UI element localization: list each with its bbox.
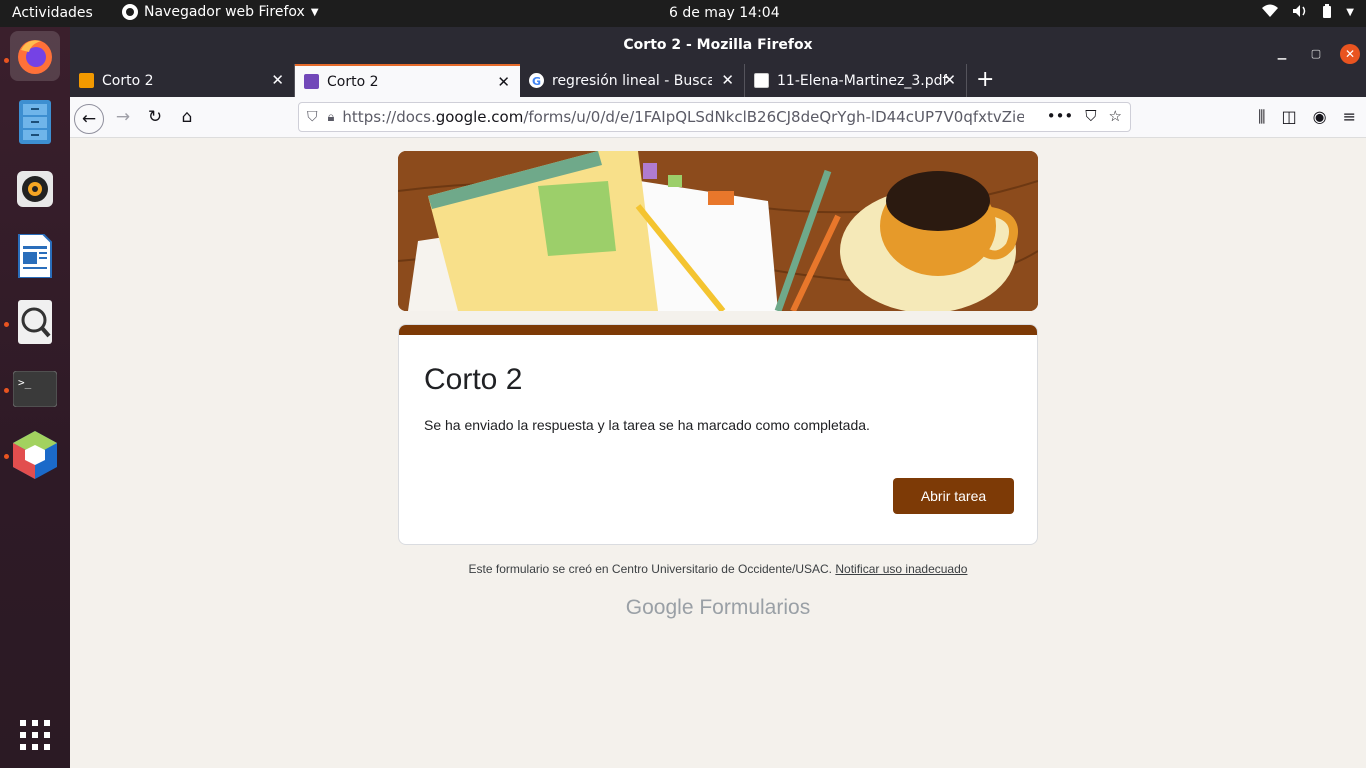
lock-icon[interactable]: 🔒︎ bbox=[328, 110, 335, 125]
tab-search[interactable]: G regresión lineal - Buscar ✕ bbox=[520, 64, 745, 97]
navigation-toolbar: ← → ↻ ⌂ ⛉ 🔒︎ https://docs.google.com/for… bbox=[70, 97, 1366, 138]
netbeans-cube-icon bbox=[13, 431, 57, 479]
ubuntu-dock: >_ bbox=[0, 27, 70, 768]
show-applications-button[interactable] bbox=[10, 710, 60, 760]
form-confirmation-card: Corto 2 Se ha enviado la respuesta y la … bbox=[398, 324, 1038, 545]
library-icon[interactable]: ⫼ bbox=[1258, 107, 1265, 127]
url-text[interactable]: https://docs.google.com/forms/u/0/d/e/1F… bbox=[342, 108, 1024, 126]
running-indicator bbox=[4, 388, 9, 393]
page-content: Corto 2 Se ha enviado la respuesta y la … bbox=[70, 138, 1366, 768]
battery-icon bbox=[1322, 4, 1332, 23]
google-forms-logo[interactable]: Google Formularios bbox=[398, 596, 1038, 620]
system-status[interactable]: ▼ bbox=[1262, 4, 1354, 23]
footer-text: Este formulario se creó en Centro Univer… bbox=[468, 562, 833, 576]
pdf-icon bbox=[754, 73, 769, 88]
running-indicator bbox=[4, 454, 9, 459]
google-forms-icon bbox=[304, 74, 319, 89]
close-tab-icon[interactable]: ✕ bbox=[721, 71, 734, 89]
firefox-icon bbox=[18, 40, 52, 74]
open-assignment-button[interactable]: Abrir tarea bbox=[893, 478, 1014, 514]
dock-firefox[interactable] bbox=[10, 31, 60, 81]
dock-rhythmbox[interactable] bbox=[10, 164, 60, 214]
wifi-icon bbox=[1262, 4, 1279, 23]
magnifier-document-icon bbox=[18, 300, 52, 344]
confirmation-message: Se ha enviado la respuesta y la tarea se… bbox=[424, 417, 870, 433]
google-classroom-icon bbox=[79, 73, 94, 88]
speaker-icon bbox=[17, 171, 53, 207]
forms-wordmark: Formularios bbox=[699, 596, 811, 619]
file-cabinet-icon bbox=[19, 100, 51, 144]
window-titlebar[interactable]: Corto 2 - Mozilla Firefox ▁ ▢ ✕ bbox=[70, 27, 1366, 64]
running-indicator bbox=[4, 58, 9, 63]
account-icon[interactable]: ◉ bbox=[1313, 107, 1327, 127]
dock-netbeans[interactable] bbox=[10, 430, 60, 480]
close-tab-icon[interactable]: ✕ bbox=[271, 71, 284, 89]
chevron-down-icon: ▼ bbox=[1346, 7, 1354, 18]
running-indicator bbox=[4, 322, 9, 327]
form-title: Corto 2 bbox=[424, 363, 523, 396]
form-footer: Este formulario se creó en Centro Univer… bbox=[398, 562, 1038, 576]
new-tab-button[interactable]: + bbox=[976, 68, 994, 92]
report-abuse-link[interactable]: Notificar uso inadecuado bbox=[835, 562, 967, 576]
app-menu[interactable]: Navegador web Firefox ▼ bbox=[122, 4, 319, 20]
terminal-icon: >_ bbox=[13, 371, 57, 407]
tab-label: Corto 2 bbox=[102, 72, 154, 89]
app-menu-label: Navegador web Firefox bbox=[144, 4, 305, 20]
gnome-top-bar: Actividades Navegador web Firefox ▼ 6 de… bbox=[0, 0, 1366, 27]
tab-label: Corto 2 bbox=[327, 73, 379, 90]
firefox-window: Corto 2 - Mozilla Firefox ▁ ▢ ✕ Corto 2 … bbox=[70, 27, 1366, 768]
reload-button[interactable]: ↻ bbox=[142, 105, 168, 131]
home-button[interactable]: ⌂ bbox=[174, 105, 200, 131]
dock-libreoffice-writer[interactable] bbox=[10, 231, 60, 281]
svg-text:G: G bbox=[532, 75, 541, 88]
pocket-icon[interactable]: ⛉ bbox=[1085, 107, 1096, 125]
back-button[interactable]: ← bbox=[74, 104, 104, 134]
firefox-icon bbox=[122, 4, 138, 20]
dock-files[interactable] bbox=[10, 97, 60, 147]
writer-document-icon bbox=[18, 234, 52, 278]
bookmark-star-icon[interactable]: ☆ bbox=[1109, 107, 1122, 125]
activities-button[interactable]: Actividades bbox=[12, 5, 93, 21]
close-tab-icon[interactable]: ✕ bbox=[943, 71, 956, 89]
window-title: Corto 2 - Mozilla Firefox bbox=[623, 37, 813, 53]
url-bar[interactable]: ⛉ 🔒︎ https://docs.google.com/forms/u/0/d… bbox=[298, 102, 1131, 132]
tab-bar: Corto 2 ✕ Corto 2 ✕ G regresión lineal -… bbox=[70, 64, 1366, 97]
dock-document-viewer[interactable] bbox=[10, 297, 60, 347]
sidebar-icon[interactable]: ◫ bbox=[1282, 107, 1297, 127]
tracking-protection-shield-icon[interactable]: ⛉ bbox=[307, 109, 318, 125]
clock[interactable]: 6 de may 14:04 bbox=[669, 5, 780, 21]
tab-corto-2-classroom[interactable]: Corto 2 ✕ bbox=[70, 64, 295, 97]
volume-icon bbox=[1292, 4, 1308, 23]
page-actions-menu-icon[interactable]: ••• bbox=[1047, 107, 1074, 125]
close-window-button[interactable]: ✕ bbox=[1340, 43, 1360, 64]
google-icon: G bbox=[529, 73, 544, 88]
form-header-image bbox=[398, 151, 1038, 311]
close-tab-icon[interactable]: ✕ bbox=[497, 73, 510, 91]
svg-text:>_: >_ bbox=[18, 376, 32, 389]
chevron-down-icon: ▼ bbox=[310, 6, 319, 18]
tab-pdf[interactable]: 11-Elena-Martinez_3.pdf ✕ bbox=[745, 64, 967, 97]
google-wordmark: Google bbox=[625, 596, 694, 619]
hamburger-menu-icon[interactable]: ≡ bbox=[1343, 107, 1356, 127]
tab-label: 11-Elena-Martinez_3.pdf bbox=[777, 72, 948, 89]
tab-corto-2-forms[interactable]: Corto 2 ✕ bbox=[295, 64, 520, 97]
tab-label: regresión lineal - Buscar bbox=[552, 72, 712, 89]
app-grid-icon bbox=[20, 720, 50, 750]
forward-button[interactable]: → bbox=[110, 105, 136, 131]
theme-color-strip bbox=[399, 325, 1037, 335]
dock-terminal[interactable]: >_ bbox=[10, 364, 60, 414]
